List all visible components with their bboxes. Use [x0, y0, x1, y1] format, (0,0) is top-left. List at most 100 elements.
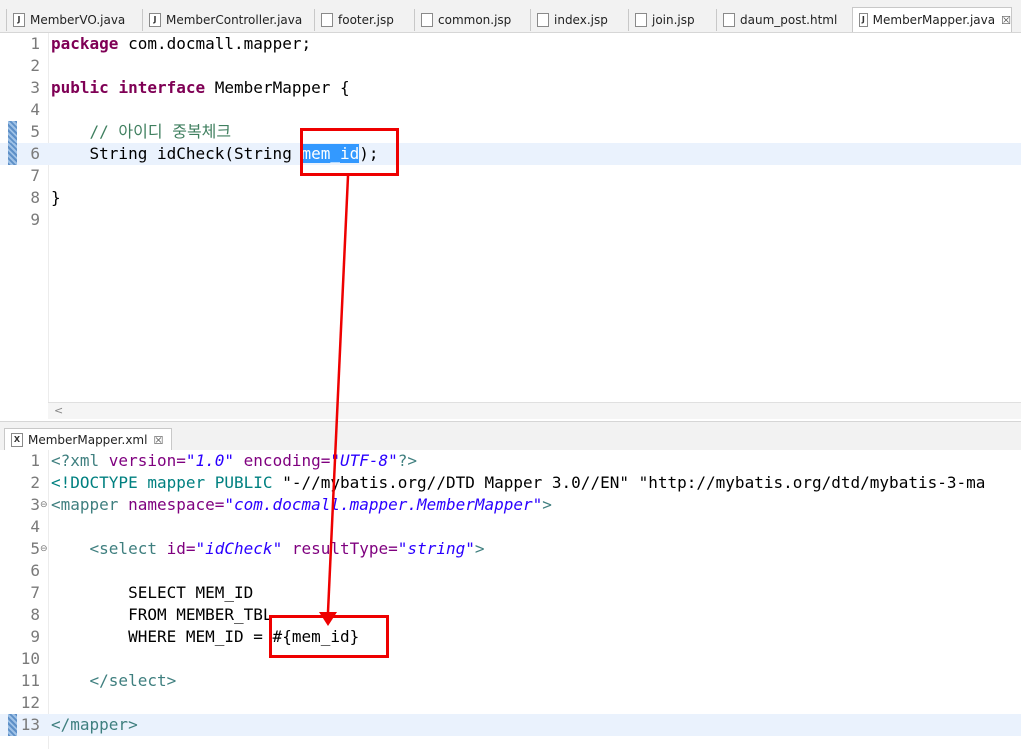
xml-tag: >	[474, 539, 485, 558]
interface-name: MemberMapper {	[205, 78, 350, 97]
selected-parameter[interactable]: mem_id	[301, 144, 360, 163]
jsp-file-icon	[321, 13, 333, 27]
line-number: 5	[30, 122, 40, 141]
tab-common-jsp[interactable]: common.jsp	[414, 9, 526, 31]
xml-tag: <?xml	[51, 451, 109, 470]
jsp-file-icon	[421, 13, 433, 27]
xml-tag: >	[542, 495, 552, 514]
code-line: 4	[0, 516, 1021, 538]
code-line: 3 ⊖ <mapper namespace="com.docmall.mappe…	[0, 494, 1021, 516]
tab-label: join.jsp	[652, 13, 695, 27]
code-line: 9 WHERE MEM_ID = #{mem_id}	[0, 626, 1021, 648]
horizontal-scrollbar[interactable]: <	[48, 402, 1021, 419]
xml-tag: ?>	[397, 451, 418, 470]
code-line: 12	[0, 692, 1021, 714]
xml-attr: namespace=	[128, 495, 225, 514]
line-number: 4	[30, 517, 40, 536]
line-number: 1	[30, 451, 40, 470]
code-line: 10	[0, 648, 1021, 670]
code-line: 5 // 아이디 중복체크	[0, 121, 1021, 143]
code-line: 8 FROM MEMBER_TBL	[0, 604, 1021, 626]
tab-label: MemberMapper.xml	[28, 433, 148, 447]
package-name: com.docmall.mapper;	[118, 34, 312, 53]
jsp-file-icon	[635, 13, 647, 27]
xml-tag: <mapper	[51, 495, 129, 514]
tab-join-jsp[interactable]: join.jsp	[628, 9, 712, 31]
xml-value: "com.docmall.mapper.MemberMapper"	[224, 495, 543, 514]
method-suffix: );	[359, 144, 379, 163]
line-number: 13	[20, 715, 40, 734]
code-line: 8 }	[0, 187, 1021, 209]
xml-attr: encoding=	[234, 451, 331, 470]
xml-attr: version=	[108, 451, 186, 470]
xml-tag: <select	[89, 539, 167, 558]
tab-membermapper-xml[interactable]: X MemberMapper.xml ☒	[4, 428, 173, 451]
line-number: 1	[30, 34, 40, 53]
java-file-icon: J	[13, 13, 25, 27]
line-number: 9	[30, 210, 40, 229]
tab-label: index.jsp	[554, 13, 608, 27]
keyword: package	[51, 34, 119, 53]
xml-attr: id=	[166, 539, 196, 558]
line-number: 3	[30, 495, 40, 514]
tab-footer-jsp[interactable]: footer.jsp	[314, 9, 410, 31]
editor-tab-bar: J MemberVO.java J MemberController.java …	[0, 0, 1021, 33]
tab-membercontroller-java[interactable]: J MemberController.java	[142, 9, 310, 31]
line-number: 2	[30, 56, 40, 75]
closing-brace: }	[51, 188, 61, 207]
xml-attr: resultType=	[282, 539, 398, 558]
code-line: 2 <!DOCTYPE mapper PUBLIC "-//mybatis.or…	[0, 472, 1021, 494]
sql-text: SELECT MEM_ID	[128, 583, 254, 602]
sql-text: FROM MEMBER_TBL	[128, 605, 273, 624]
code-line: 4	[0, 99, 1021, 121]
tab-daum-post-html[interactable]: daum_post.html	[716, 9, 848, 31]
line-number: 4	[30, 100, 40, 119]
code-line: 9	[0, 209, 1021, 231]
fold-toggle-icon[interactable]: ⊖	[40, 494, 48, 516]
xml-editor[interactable]: 1 <?xml version="1.0" encoding="UTF-8"?>…	[0, 450, 1021, 749]
close-tab-icon[interactable]: ☒	[153, 434, 163, 447]
scroll-left-icon[interactable]: <	[54, 403, 63, 419]
tab-label: daum_post.html	[740, 13, 838, 27]
code-line: 3 public interface MemberMapper {	[0, 77, 1021, 99]
java-file-icon: J	[859, 13, 868, 27]
keyword: interface	[118, 78, 206, 97]
code-line: 2	[0, 55, 1021, 77]
code-line: 7 SELECT MEM_ID	[0, 582, 1021, 604]
tab-label: common.jsp	[438, 13, 512, 27]
tab-index-jsp[interactable]: index.jsp	[530, 9, 624, 31]
line-number: 7	[30, 583, 40, 602]
line-number: 10	[20, 649, 40, 668]
tab-label: MemberMapper.java	[872, 13, 996, 27]
method-signature: String idCheck(String	[89, 144, 302, 163]
line-number: 9	[30, 627, 40, 646]
line-number: 12	[20, 693, 40, 712]
doctype-system-id: "http://mybatis.org/dtd/mybatis-3-ma	[628, 473, 986, 492]
line-number: 2	[30, 473, 40, 492]
xml-value: "string"	[397, 539, 475, 558]
code-line: 7	[0, 165, 1021, 187]
line-number: 8	[30, 188, 40, 207]
java-editor[interactable]: 1 package com.docmall.mapper; 2 3 public…	[0, 33, 1021, 402]
line-number: 6	[30, 561, 40, 580]
sql-text: WHERE MEM_ID = #{mem_id}	[128, 627, 360, 646]
doctype-public-id: "-//mybatis.org//DTD Mapper 3.0//EN"	[282, 473, 629, 492]
line-number: 6	[30, 144, 40, 163]
line-number: 8	[30, 605, 40, 624]
xml-tab-bar: X MemberMapper.xml ☒	[0, 421, 1021, 451]
line-number: 3	[30, 78, 40, 97]
xml-tag: </select>	[89, 671, 177, 690]
tab-membermapper-java[interactable]: J MemberMapper.java ☒	[852, 7, 1012, 32]
tab-membervo-java[interactable]: J MemberVO.java	[6, 9, 140, 31]
fold-toggle-icon[interactable]: ⊖	[40, 538, 48, 560]
line-number: 7	[30, 166, 40, 185]
close-tab-icon[interactable]: ☒	[1001, 14, 1011, 27]
code-line: 11 </select>	[0, 670, 1021, 692]
line-number: 11	[20, 671, 40, 690]
jsp-file-icon	[537, 13, 549, 27]
code-line: 1 <?xml version="1.0" encoding="UTF-8"?>	[0, 450, 1021, 472]
xml-value: "UTF-8"	[330, 451, 398, 470]
xml-value: "idCheck"	[195, 539, 283, 558]
java-file-icon: J	[149, 13, 161, 27]
current-code-line: 6 String idCheck(String mem_id);	[0, 143, 1021, 165]
